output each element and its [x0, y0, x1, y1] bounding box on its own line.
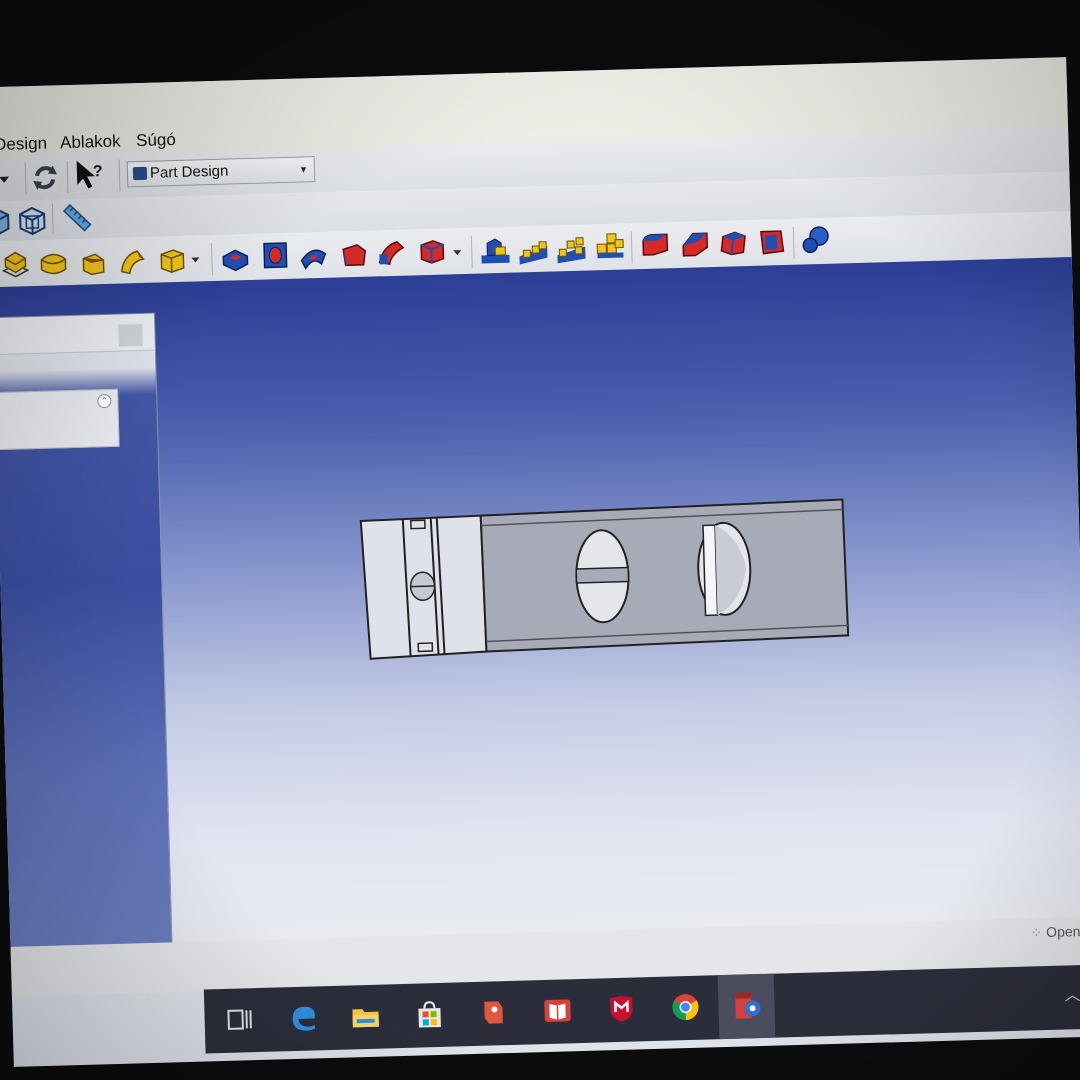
multitransform-icon: [596, 233, 624, 259]
edge-icon: [292, 1006, 315, 1031]
store-icon: [418, 1001, 441, 1028]
refresh-icon: [30, 163, 60, 192]
dropdown-arrow-icon: [0, 176, 10, 183]
mcafee-button[interactable]: [604, 991, 639, 1026]
renderer-label-text: OpenC: [1045, 922, 1080, 941]
chrome-button[interactable]: [668, 990, 703, 1025]
groove-icon: [300, 249, 327, 270]
subtractive-dropdown-button[interactable]: [449, 236, 466, 268]
view-wireframe-button[interactable]: [16, 204, 49, 237]
fillet-icon: [642, 233, 669, 256]
app-red-button[interactable]: [476, 995, 511, 1030]
polar-pattern-icon: [557, 237, 586, 264]
menu-design[interactable]: Design: [0, 134, 47, 155]
additive-box-button[interactable]: [155, 244, 188, 277]
subtractive-box-icon: [420, 240, 445, 264]
file-explorer-icon: [352, 1009, 379, 1028]
screen: Design Ablakok Súgó ? Part Design ▼ ⌃ ⁘ …: [0, 57, 1080, 1067]
combo-view-panel: ⌃: [0, 312, 174, 990]
measure-icon: [62, 203, 92, 232]
part-design-icon: [132, 166, 148, 181]
file-explorer-button[interactable]: [348, 999, 383, 1034]
dropdown-arrow-icon: [191, 257, 200, 263]
workbench-selector[interactable]: Part Design ▼: [126, 156, 316, 188]
tray-chevron-up-icon[interactable]: ︿: [1064, 981, 1080, 1005]
freecad-icon: [735, 992, 761, 1019]
model-tube-body: [479, 498, 850, 653]
view-iso-icon: [0, 207, 10, 237]
additive-box-icon: [160, 249, 185, 273]
task-view-icon: [227, 1009, 252, 1030]
collapse-up-icon[interactable]: ⌃: [97, 393, 112, 409]
additive-loft-button[interactable]: [77, 246, 110, 279]
opencascade-logo-icon: ⁘: [1030, 924, 1043, 941]
thickness-button[interactable]: [755, 225, 788, 258]
subtractive-pipe-button[interactable]: [375, 236, 408, 269]
chrome-icon: [672, 994, 699, 1021]
whats-this-button[interactable]: ?: [73, 158, 106, 191]
refresh-button[interactable]: [29, 161, 62, 194]
view-iso-button[interactable]: [0, 205, 13, 238]
hole-icon: [263, 242, 288, 269]
view-wireframe-icon: [19, 206, 46, 236]
polar-pattern-button[interactable]: [555, 233, 588, 266]
mirrored-button[interactable]: [479, 235, 512, 268]
boolean-button[interactable]: [799, 224, 832, 257]
draft-icon: [720, 231, 746, 256]
app-book-button[interactable]: [540, 993, 575, 1028]
edge-button[interactable]: [286, 1000, 321, 1035]
svg-text:?: ?: [93, 163, 103, 180]
menu-windows[interactable]: Ablakok: [60, 132, 121, 154]
hole-button[interactable]: [259, 239, 292, 272]
additive-pipe-icon: [120, 250, 145, 275]
pocket-button[interactable]: [219, 242, 252, 275]
mcafee-icon: [610, 995, 633, 1022]
task-view-button[interactable]: [222, 1002, 257, 1037]
subtractive-loft-button[interactable]: [337, 239, 370, 272]
app-book-icon: [544, 999, 571, 1022]
revolution-icon: [40, 253, 67, 275]
chamfer-icon: [682, 232, 709, 257]
multitransform-button[interactable]: [593, 230, 626, 263]
workbench-selector-label: Part Design: [149, 162, 229, 182]
linear-pattern-button[interactable]: [517, 234, 550, 267]
thickness-icon: [760, 230, 785, 255]
boolean-icon: [802, 226, 829, 254]
pocket-icon: [222, 249, 249, 272]
additive-loft-icon: [82, 253, 105, 276]
draft-button[interactable]: [717, 226, 750, 259]
chevron-down-icon: ▼: [298, 164, 309, 175]
revolution-button[interactable]: [37, 247, 70, 280]
task-panel-box: ⌃: [0, 388, 120, 451]
store-button[interactable]: [412, 997, 447, 1032]
menu-help[interactable]: Súgó: [136, 130, 176, 151]
chamfer-button[interactable]: [679, 227, 712, 260]
freecad-button[interactable]: [730, 988, 765, 1023]
undo-dropdown-button[interactable]: [0, 163, 14, 196]
pad-button[interactable]: [0, 248, 32, 281]
fillet-button[interactable]: [639, 228, 672, 261]
subtractive-pipe-icon: [378, 241, 405, 265]
measure-button[interactable]: [60, 202, 93, 235]
whats-this-icon: ?: [76, 160, 103, 189]
subtractive-box-button[interactable]: [415, 234, 448, 267]
linear-pattern-icon: [519, 241, 548, 265]
panel-close-button[interactable]: [118, 324, 143, 347]
groove-button[interactable]: [297, 240, 330, 273]
combo-view-header: [0, 313, 155, 356]
additive-pipe-button[interactable]: [115, 245, 148, 278]
subtractive-loft-icon: [342, 244, 367, 267]
mirrored-icon: [481, 238, 510, 264]
pad-icon: [1, 251, 30, 278]
additive-dropdown-button[interactable]: [187, 243, 204, 275]
dropdown-arrow-icon: [453, 250, 462, 256]
app-red-icon: [484, 1001, 503, 1024]
renderer-label: ⁘ OpenC: [1030, 923, 1080, 942]
